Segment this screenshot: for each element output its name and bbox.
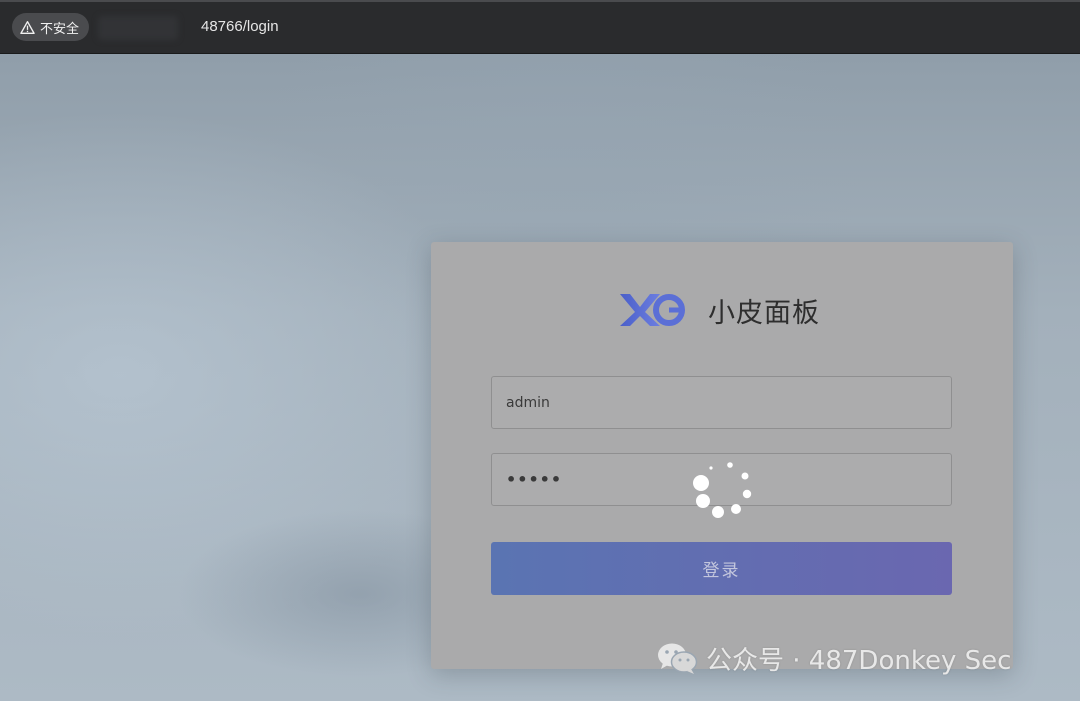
watermark-text: 公众号 · 487Donkey Sec bbox=[706, 645, 1012, 676]
url-text[interactable]: 48766/login bbox=[201, 18, 279, 35]
browser-address-bar: 不安全 48766/login bbox=[0, 0, 1080, 54]
brand-title: 小皮面板 bbox=[708, 297, 820, 329]
password-value: ••••• bbox=[506, 470, 563, 489]
security-indicator[interactable]: 不安全 bbox=[12, 13, 90, 41]
loading-spinner-icon bbox=[693, 462, 752, 518]
watermark: 公众号 · 487Donkey Sec bbox=[656, 640, 1011, 676]
warning-triangle-icon bbox=[20, 20, 35, 34]
login-button-label: 登录 bbox=[702, 561, 741, 581]
username-value: admin bbox=[506, 394, 550, 411]
url-redacted bbox=[98, 16, 178, 40]
login-card: 小皮面板 admin ••••• 登录 bbox=[431, 242, 1013, 669]
brand-header: 小皮面板 bbox=[618, 292, 820, 329]
username-input[interactable]: admin bbox=[491, 376, 952, 429]
security-label: 不安全 bbox=[40, 21, 80, 37]
login-button[interactable]: 登录 bbox=[491, 542, 952, 595]
xp-logo-icon bbox=[620, 294, 685, 326]
wechat-icon bbox=[658, 643, 698, 674]
